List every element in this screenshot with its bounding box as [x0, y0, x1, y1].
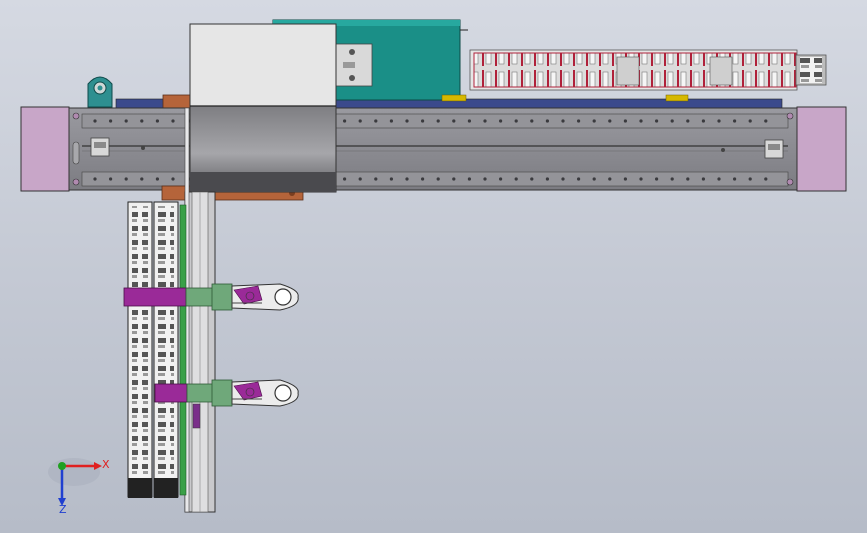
rail-bolt: [499, 177, 503, 181]
rail-bolt: [93, 177, 97, 181]
gripper-assembly-upper[interactable]: [123, 283, 299, 311]
cable-drag-chain-top[interactable]: [469, 49, 827, 91]
magenta-bracket-upper[interactable]: [123, 287, 187, 307]
teal-bearing-block[interactable]: [87, 76, 113, 108]
rail-bolt: [436, 119, 440, 123]
rail-bolt: [389, 119, 393, 123]
rail-bolt: [748, 177, 752, 181]
rail-bolt: [467, 177, 471, 181]
rail-bolt: [623, 119, 628, 123]
rail-bolt: [577, 119, 581, 123]
rail-bolt: [748, 119, 752, 123]
rail-bolt: [717, 119, 721, 123]
rail-bolt: [452, 177, 456, 181]
rail-bolt: [639, 177, 643, 181]
rail-bolt: [499, 119, 503, 123]
yellow-pad-left[interactable]: [441, 94, 467, 102]
rail-bolt: [374, 177, 378, 181]
rail-bolt: [171, 177, 175, 181]
rail-bolt: [124, 119, 128, 123]
rail-bolt: [623, 177, 628, 181]
rail-bolt: [733, 177, 737, 181]
rail-bolt: [109, 119, 113, 123]
rail-bolt: [530, 177, 534, 181]
green-linear-slide[interactable]: [179, 204, 187, 496]
vertical-drag-chain-right[interactable]: [153, 201, 179, 498]
triad-x-label: X: [102, 458, 110, 471]
rail-bolt: [358, 119, 362, 123]
rail-bolt: [545, 177, 550, 181]
x-axis-linear-rail[interactable]: [67, 107, 798, 191]
rail-bolt: [155, 119, 159, 123]
rail-bolt: [561, 177, 565, 181]
rail-bolt: [140, 119, 144, 123]
rail-bolt: [764, 177, 768, 181]
rail-bolt: [670, 177, 674, 181]
rail-bolt: [155, 177, 159, 181]
rail-bolt: [483, 177, 487, 181]
rail-bolt: [109, 177, 113, 181]
rail-bolt: [514, 177, 518, 181]
rail-bolt: [124, 177, 128, 181]
x-axis-carriage[interactable]: [189, 23, 337, 193]
rail-bolt: [701, 177, 706, 181]
rail-bolt: [483, 119, 487, 123]
rail-bolt: [514, 119, 518, 123]
rail-bolt: [374, 119, 378, 123]
rail-bolt: [530, 119, 534, 123]
rail-bolt: [639, 119, 643, 123]
rail-bolt: [733, 119, 737, 123]
rail-bolt: [608, 177, 612, 181]
yellow-pad-right[interactable]: [665, 94, 689, 102]
rail-bolt: [717, 177, 721, 181]
magenta-bracket-lower[interactable]: [154, 383, 188, 403]
vertical-drag-chain-left[interactable]: [127, 201, 153, 498]
rail-bolt: [545, 119, 550, 123]
rail-bolt: [140, 177, 144, 181]
rail-bolt: [343, 177, 347, 181]
rail-bolt: [436, 177, 440, 181]
rail-bolt: [93, 119, 97, 123]
rail-bolt: [608, 119, 612, 123]
rail-bolt: [343, 119, 347, 123]
rail-bolt: [421, 119, 425, 123]
rail-bolt: [405, 119, 409, 123]
rail-bolt: [655, 119, 659, 123]
rail-bolt: [592, 119, 596, 123]
rail-bolt: [701, 119, 706, 123]
rail-bolt: [764, 119, 768, 123]
rail-bolt: [670, 119, 674, 123]
rail-bolt: [405, 177, 409, 181]
assembly-model[interactable]: [0, 0, 867, 533]
rail-bolt: [561, 119, 565, 123]
orange-plate-top[interactable]: [162, 94, 192, 110]
rail-bolt: [686, 177, 690, 181]
rail-bolt: [577, 177, 581, 181]
rail-bolt: [358, 177, 362, 181]
rail-bolt: [421, 177, 425, 181]
triad-z-label: Z: [59, 503, 67, 516]
rail-bolt: [592, 177, 596, 181]
rail-bolt: [655, 177, 659, 181]
rail-bolt: [467, 119, 471, 123]
cad-graphics-viewport[interactable]: X Z: [0, 0, 867, 533]
rail-bolt: [389, 177, 393, 181]
rail-bolt: [686, 119, 690, 123]
rail-bolt: [452, 119, 456, 123]
rail-bolt: [171, 119, 175, 123]
